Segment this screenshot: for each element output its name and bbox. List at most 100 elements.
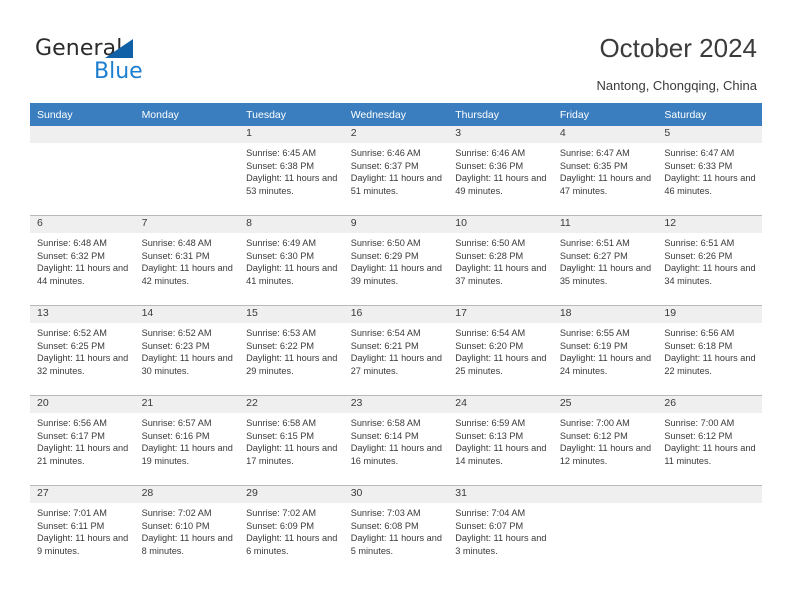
day-details: Sunrise: 6:52 AM Sunset: 6:25 PM Daylight:… <box>30 323 135 377</box>
calendar-week-row: 27 Sunrise: 7:01 AM Sunset: 6:11 PM Dayligh… <box>30 485 762 575</box>
sunrise-time: Sunrise: 6:52 AM <box>141 328 212 338</box>
sunset-time: Sunset: 6:33 PM <box>664 160 733 171</box>
sunrise-sunset-calendar: Sunday Monday Tuesday Wednesday Thursday… <box>30 103 762 575</box>
day-details: Sunrise: 6:47 AM Sunset: 6:35 PM Daylight:… <box>553 143 658 197</box>
day-number <box>552 486 658 503</box>
sunrise-time: Sunrise: 6:49 AM <box>246 238 317 248</box>
calendar-day-cell[interactable]: 26 Sunrise: 7:00 AM Sunset: 6:12 PM Dayligh… <box>657 395 762 486</box>
sunrise-time: Sunrise: 6:51 AM <box>559 238 630 248</box>
calendar-day-cell[interactable]: 11 Sunrise: 6:51 AM Sunset: 6:27 PM Dayligh… <box>552 215 658 306</box>
day-number: 10 <box>448 216 553 233</box>
calendar-day-cell[interactable]: 20 Sunrise: 6:56 AM Sunset: 6:17 PM Dayligh… <box>30 395 135 486</box>
general-blue-logo[interactable]: General Blue <box>35 36 215 86</box>
daylight-duration: Daylight: 11 hours and 3 minutes. <box>455 533 547 556</box>
calendar-day-cell[interactable]: 21 Sunrise: 6:57 AM Sunset: 6:16 PM Dayligh… <box>134 395 240 486</box>
calendar-day-cell[interactable]: 6 Sunrise: 6:48 AM Sunset: 6:32 PM Daylight… <box>30 215 135 306</box>
daylight-duration: Daylight: 11 hours and 29 minutes. <box>246 353 338 376</box>
sunset-time: Sunset: 6:16 PM <box>141 430 210 441</box>
calendar-day-cell[interactable]: 16 Sunrise: 6:54 AM Sunset: 6:21 PM Dayligh… <box>343 305 449 396</box>
sunset-time: Sunset: 6:15 PM <box>246 430 315 441</box>
day-number: 7 <box>134 216 240 233</box>
day-number: 1 <box>239 126 344 143</box>
calendar-day-cell[interactable]: 30 Sunrise: 7:03 AM Sunset: 6:08 PM Dayligh… <box>343 485 449 575</box>
sunrise-time: Sunrise: 6:59 AM <box>455 418 526 428</box>
day-details: Sunrise: 6:51 AM Sunset: 6:26 PM Daylight:… <box>657 233 762 287</box>
calendar-day-cell[interactable]: 17 Sunrise: 6:54 AM Sunset: 6:20 PM Dayligh… <box>448 305 553 396</box>
daylight-duration: Daylight: 11 hours and 8 minutes. <box>141 533 233 556</box>
calendar-day-cell[interactable]: 2 Sunrise: 6:46 AM Sunset: 6:37 PM Daylight… <box>343 126 449 216</box>
daylight-duration: Daylight: 11 hours and 11 minutes. <box>664 443 756 466</box>
calendar-day-cell[interactable]: 28 Sunrise: 7:02 AM Sunset: 6:10 PM Dayligh… <box>134 485 240 575</box>
calendar-week-row: 13 Sunrise: 6:52 AM Sunset: 6:25 PM Dayligh… <box>30 305 762 396</box>
day-details: Sunrise: 7:01 AM Sunset: 6:11 PM Daylight:… <box>30 503 135 557</box>
day-number: 20 <box>30 396 135 413</box>
day-details: Sunrise: 6:48 AM Sunset: 6:31 PM Daylight:… <box>135 233 240 287</box>
sunset-time: Sunset: 6:30 PM <box>246 250 315 261</box>
day-number: 15 <box>239 306 344 323</box>
calendar-day-cell[interactable]: 27 Sunrise: 7:01 AM Sunset: 6:11 PM Dayligh… <box>30 485 135 575</box>
day-details: Sunrise: 6:52 AM Sunset: 6:23 PM Daylight:… <box>135 323 240 377</box>
calendar-day-cell[interactable]: 29 Sunrise: 7:02 AM Sunset: 6:09 PM Dayligh… <box>239 485 344 575</box>
sunset-time: Sunset: 6:23 PM <box>141 340 210 351</box>
daylight-duration: Daylight: 11 hours and 32 minutes. <box>37 353 129 376</box>
calendar-cell-empty <box>30 126 135 216</box>
weekday-header-row: Sunday Monday Tuesday Wednesday Thursday… <box>30 103 762 126</box>
sunrise-time: Sunrise: 6:52 AM <box>37 328 107 338</box>
calendar-day-cell[interactable]: 13 Sunrise: 6:52 AM Sunset: 6:25 PM Dayligh… <box>30 305 135 396</box>
day-number: 6 <box>30 216 135 233</box>
sunset-time: Sunset: 6:32 PM <box>37 250 105 261</box>
calendar-day-cell[interactable]: 8 Sunrise: 6:49 AM Sunset: 6:30 PM Daylight… <box>239 215 344 306</box>
sunset-time: Sunset: 6:18 PM <box>664 340 733 351</box>
calendar-day-cell[interactable]: 10 Sunrise: 6:50 AM Sunset: 6:28 PM Dayligh… <box>448 215 553 306</box>
sunrise-time: Sunrise: 6:53 AM <box>246 328 317 338</box>
calendar-day-cell[interactable]: 24 Sunrise: 6:59 AM Sunset: 6:13 PM Dayligh… <box>448 395 553 486</box>
calendar-week-row: 1 Sunrise: 6:45 AM Sunset: 6:38 PM Daylight… <box>30 126 762 216</box>
daylight-duration: Daylight: 11 hours and 25 minutes. <box>455 353 547 376</box>
day-number: 14 <box>134 306 240 323</box>
day-number: 13 <box>30 306 135 323</box>
calendar-day-cell[interactable]: 9 Sunrise: 6:50 AM Sunset: 6:29 PM Daylight… <box>343 215 449 306</box>
calendar-day-cell[interactable]: 3 Sunrise: 6:46 AM Sunset: 6:36 PM Daylight… <box>448 126 553 216</box>
day-number: 22 <box>239 396 344 413</box>
sunset-time: Sunset: 6:19 PM <box>559 340 628 351</box>
calendar-day-cell[interactable]: 12 Sunrise: 6:51 AM Sunset: 6:26 PM Dayligh… <box>657 215 762 306</box>
calendar-day-cell[interactable]: 1 Sunrise: 6:45 AM Sunset: 6:38 PM Daylight… <box>239 126 344 216</box>
calendar-day-cell[interactable]: 22 Sunrise: 6:58 AM Sunset: 6:15 PM Dayligh… <box>239 395 344 486</box>
calendar-day-cell[interactable]: 19 Sunrise: 6:56 AM Sunset: 6:18 PM Dayligh… <box>657 305 762 396</box>
calendar-day-cell[interactable]: 7 Sunrise: 6:48 AM Sunset: 6:31 PM Daylight… <box>134 215 240 306</box>
day-details: Sunrise: 6:56 AM Sunset: 6:18 PM Daylight:… <box>657 323 762 377</box>
day-number: 25 <box>552 396 658 413</box>
sunrise-time: Sunrise: 6:51 AM <box>664 238 735 248</box>
sunset-time: Sunset: 6:12 PM <box>664 430 733 441</box>
weekday-header-friday: Friday <box>552 103 658 126</box>
sunrise-time: Sunrise: 6:50 AM <box>350 238 421 248</box>
day-number <box>657 486 762 503</box>
sunset-time: Sunset: 6:09 PM <box>246 520 315 531</box>
day-number: 2 <box>343 126 449 143</box>
day-details: Sunrise: 7:04 AM Sunset: 6:07 PM Daylight:… <box>448 503 553 557</box>
calendar-day-cell[interactable]: 18 Sunrise: 6:55 AM Sunset: 6:19 PM Dayligh… <box>552 305 658 396</box>
calendar-day-cell[interactable]: 14 Sunrise: 6:52 AM Sunset: 6:23 PM Dayligh… <box>134 305 240 396</box>
day-number: 30 <box>343 486 449 503</box>
calendar-page: General Blue October 2024 Nantong, Chong… <box>0 0 792 612</box>
calendar-day-cell[interactable]: 5 Sunrise: 6:47 AM Sunset: 6:33 PM Daylight… <box>657 126 762 216</box>
weekday-header-sunday: Sunday <box>30 103 135 126</box>
page-header: General Blue October 2024 Nantong, Chong… <box>0 0 792 100</box>
calendar-day-cell[interactable]: 31 Sunrise: 7:04 AM Sunset: 6:07 PM Dayligh… <box>448 485 553 575</box>
daylight-duration: Daylight: 11 hours and 41 minutes. <box>246 263 338 286</box>
day-number: 18 <box>552 306 658 323</box>
sunrise-time: Sunrise: 7:02 AM <box>246 508 317 518</box>
sunrise-time: Sunrise: 6:48 AM <box>141 238 212 248</box>
daylight-duration: Daylight: 11 hours and 19 minutes. <box>141 443 233 466</box>
daylight-duration: Daylight: 11 hours and 27 minutes. <box>350 353 442 376</box>
sunrise-time: Sunrise: 6:47 AM <box>664 148 735 158</box>
day-number: 31 <box>448 486 553 503</box>
day-details: Sunrise: 7:00 AM Sunset: 6:12 PM Daylight:… <box>553 413 658 467</box>
daylight-duration: Daylight: 11 hours and 37 minutes. <box>455 263 547 286</box>
calendar-day-cell[interactable]: 4 Sunrise: 6:47 AM Sunset: 6:35 PM Daylight… <box>552 126 658 216</box>
sunset-time: Sunset: 6:29 PM <box>350 250 419 261</box>
calendar-day-cell[interactable]: 15 Sunrise: 6:53 AM Sunset: 6:22 PM Dayligh… <box>239 305 344 396</box>
calendar-day-cell[interactable]: 25 Sunrise: 7:00 AM Sunset: 6:12 PM Dayligh… <box>552 395 658 486</box>
calendar-day-cell[interactable]: 23 Sunrise: 6:58 AM Sunset: 6:14 PM Dayligh… <box>343 395 449 486</box>
daylight-duration: Daylight: 11 hours and 35 minutes. <box>559 263 652 286</box>
